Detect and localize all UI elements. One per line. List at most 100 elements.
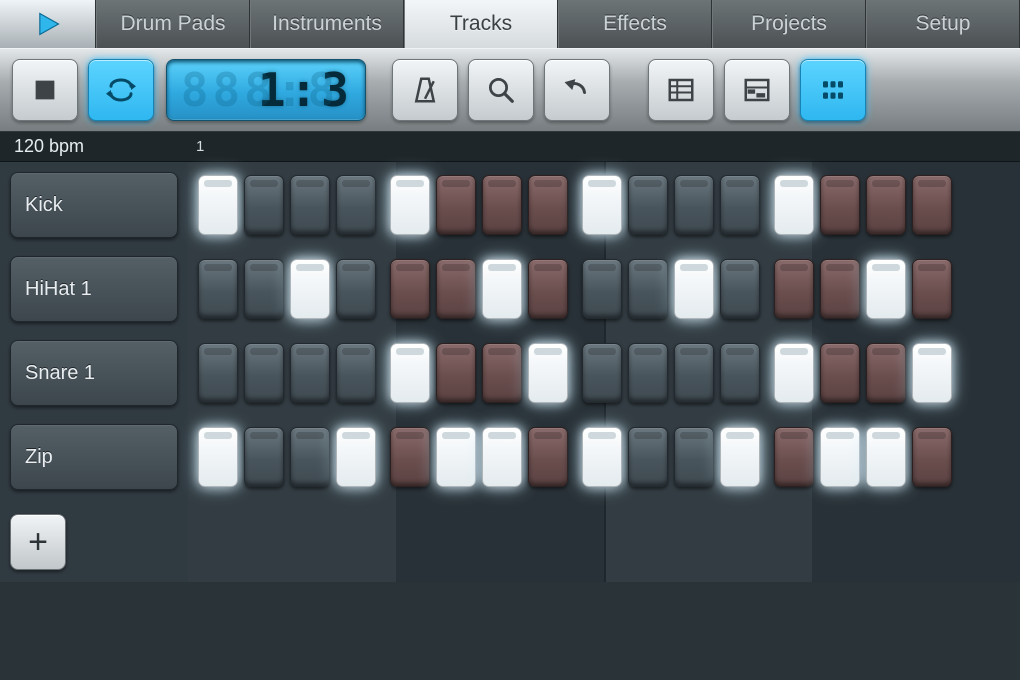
step-cell[interactable] [628,427,668,487]
step-cell[interactable] [244,427,284,487]
tab-label: Projects [751,12,827,36]
step-cell[interactable] [674,259,714,319]
tab-label: Effects [603,12,667,36]
step-cell[interactable] [582,343,622,403]
loop-icon [106,75,136,105]
step-cell[interactable] [912,427,952,487]
track-label: Kick [25,194,63,217]
step-cell[interactable] [774,259,814,319]
step-cell[interactable] [820,343,860,403]
step-cell[interactable] [866,343,906,403]
stop-button[interactable] [12,59,78,121]
step-cell[interactable] [582,175,622,235]
tab-tracks[interactable]: Tracks [404,0,558,48]
step-cell[interactable] [674,175,714,235]
track-name-hihat-1[interactable]: HiHat 1 [10,256,178,322]
search-icon [486,75,516,105]
tab-label: Setup [916,12,971,36]
tab-effects[interactable]: Effects [558,0,712,48]
step-cell[interactable] [628,175,668,235]
step-cell[interactable] [582,427,622,487]
piano-roll-view-button[interactable] [724,59,790,121]
step-cell[interactable] [774,343,814,403]
zoom-button[interactable] [468,59,534,121]
step-view-icon [818,75,848,105]
track-row [198,256,1020,322]
step-cell[interactable] [774,427,814,487]
step-cell[interactable] [436,427,476,487]
step-cell[interactable] [436,175,476,235]
step-cell[interactable] [198,427,238,487]
step-cell[interactable] [912,175,952,235]
tempo-display[interactable]: 120 bpm [0,132,188,161]
track-label: Zip [25,446,53,469]
step-cell[interactable] [198,343,238,403]
step-cell[interactable] [674,343,714,403]
step-cell[interactable] [290,259,330,319]
step-cell[interactable] [390,259,430,319]
step-cell[interactable] [866,175,906,235]
track-name-snare-1[interactable]: Snare 1 [10,340,178,406]
step-cell[interactable] [244,175,284,235]
step-cell[interactable] [436,259,476,319]
step-cell[interactable] [390,427,430,487]
step-cell[interactable] [244,259,284,319]
step-cell[interactable] [290,427,330,487]
step-cell[interactable] [336,343,376,403]
step-cell[interactable] [528,427,568,487]
step-cell[interactable] [336,259,376,319]
step-cell[interactable] [482,343,522,403]
step-cell[interactable] [482,427,522,487]
step-cell[interactable] [774,175,814,235]
step-cell[interactable] [866,259,906,319]
piano-roll-icon [742,75,772,105]
step-cell[interactable] [436,343,476,403]
step-cell[interactable] [528,175,568,235]
tab-projects[interactable]: Projects [712,0,866,48]
step-cell[interactable] [720,259,760,319]
metronome-icon [410,75,440,105]
step-cell[interactable] [244,343,284,403]
step-cell[interactable] [820,427,860,487]
step-cell[interactable] [720,343,760,403]
ruler-bar-1: 1 [196,138,204,155]
step-cell[interactable] [290,175,330,235]
step-cell[interactable] [390,343,430,403]
timeline-ruler[interactable]: 1 [188,132,1020,161]
step-cell[interactable] [528,343,568,403]
step-cell[interactable] [820,259,860,319]
position-display[interactable]: 888:8 1:3 [166,59,366,121]
add-track-button[interactable]: + [10,514,66,570]
play-button[interactable] [0,0,96,48]
step-cell[interactable] [866,427,906,487]
tab-setup[interactable]: Setup [866,0,1020,48]
step-cell[interactable] [628,259,668,319]
track-label: HiHat 1 [25,278,92,301]
step-cell[interactable] [290,343,330,403]
tab-instruments[interactable]: Instruments [250,0,404,48]
step-cell[interactable] [198,175,238,235]
step-cell[interactable] [582,259,622,319]
track-name-kick[interactable]: Kick [10,172,178,238]
step-cell[interactable] [912,343,952,403]
step-cell[interactable] [482,259,522,319]
step-cell[interactable] [628,343,668,403]
loop-button[interactable] [88,59,154,121]
step-cell[interactable] [390,175,430,235]
metronome-button[interactable] [392,59,458,121]
step-cell[interactable] [674,427,714,487]
track-name-zip[interactable]: Zip [10,424,178,490]
undo-button[interactable] [544,59,610,121]
step-cell[interactable] [528,259,568,319]
tab-drum-pads[interactable]: Drum Pads [96,0,250,48]
song-view-button[interactable] [648,59,714,121]
step-view-button[interactable] [800,59,866,121]
step-cell[interactable] [198,259,238,319]
step-cell[interactable] [720,175,760,235]
step-cell[interactable] [912,259,952,319]
step-cell[interactable] [482,175,522,235]
step-cell[interactable] [820,175,860,235]
step-cell[interactable] [720,427,760,487]
step-cell[interactable] [336,175,376,235]
step-cell[interactable] [336,427,376,487]
